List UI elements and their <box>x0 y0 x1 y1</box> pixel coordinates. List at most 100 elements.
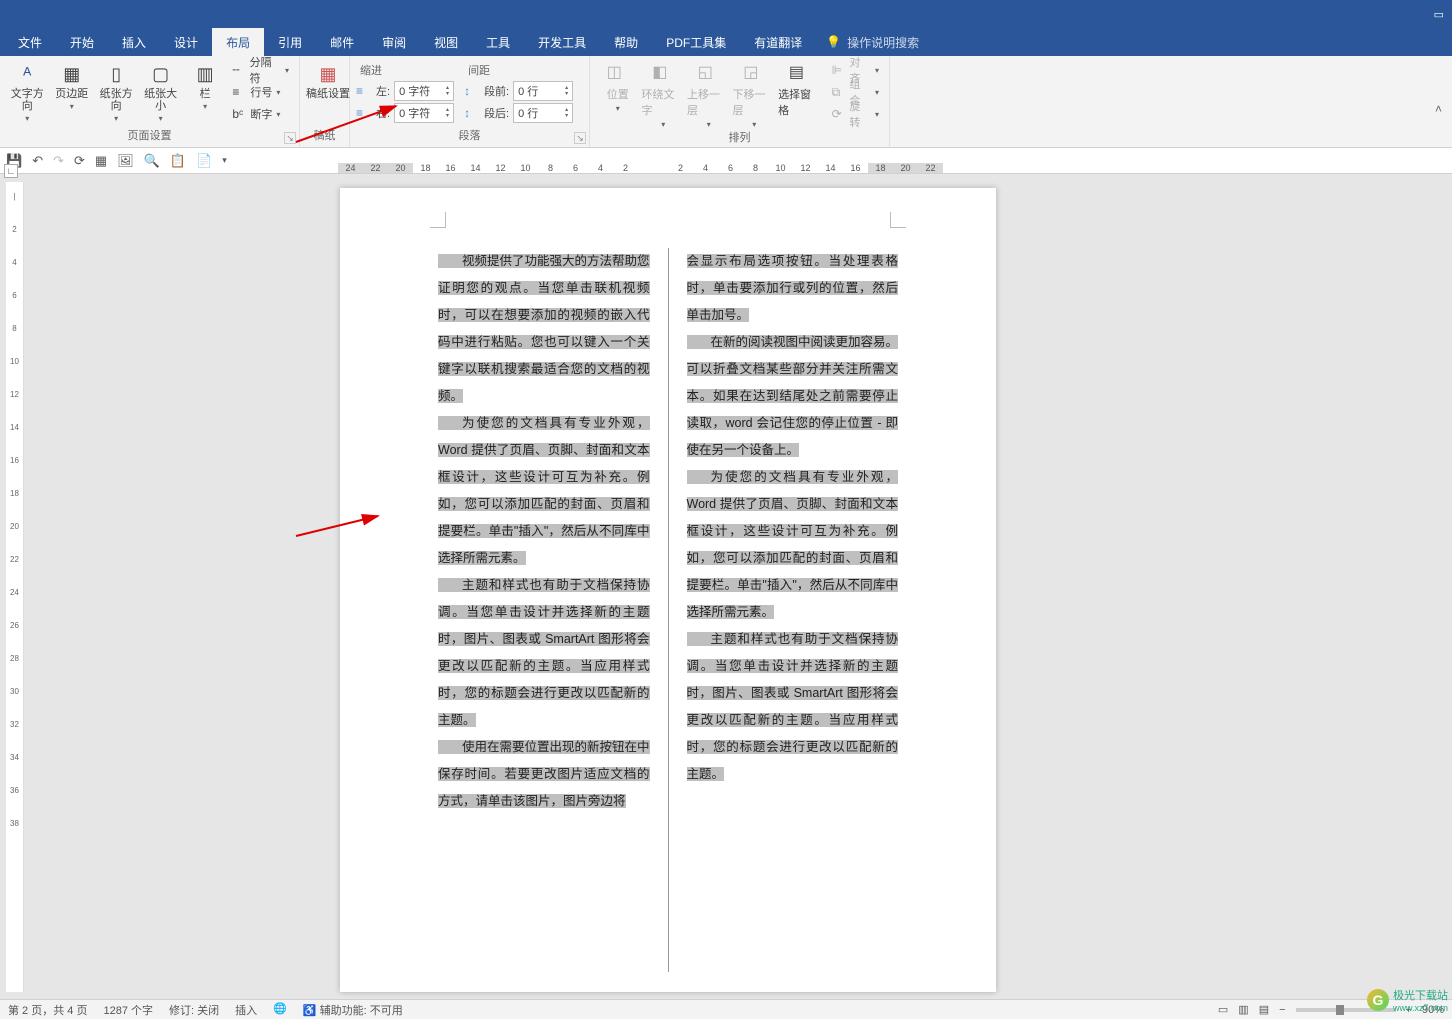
chevron-down-icon: ▾ <box>159 114 163 123</box>
columns-button[interactable]: ▥ 栏 ▾ <box>184 60 226 113</box>
manuscript-icon: ▦ <box>316 62 340 86</box>
column-1[interactable]: 视频提供了功能强大的方法帮助您证明您的观点。当您单击联机视频时，可以在想要添加的… <box>438 248 650 972</box>
titlebar: ▭ <box>0 0 1452 28</box>
rotate-button: ⟳旋转▾ <box>828 104 883 124</box>
tab-mailings[interactable]: 邮件 <box>316 28 368 56</box>
magnify-icon[interactable]: 🔍 <box>144 153 160 169</box>
tab-tools[interactable]: 工具 <box>472 28 524 56</box>
group-manuscript: ▦ 稿纸设置 稿纸 <box>300 56 350 147</box>
indent-right-icon: ≡ <box>356 106 372 120</box>
paste-icon[interactable]: 📄 <box>196 153 212 169</box>
space-before-icon: ↕ <box>464 84 480 98</box>
rotate-icon: ⟳ <box>832 107 846 121</box>
tab-view[interactable]: 视图 <box>420 28 472 56</box>
position-button: ◫位置▾ <box>596 60 640 113</box>
space-after-icon: ↕ <box>464 106 480 120</box>
size-button[interactable]: ▢ 纸张大小 ▾ <box>139 60 181 125</box>
bulb-icon: 💡 <box>826 35 841 49</box>
indent-left-input[interactable]: 0 字符▴▾ <box>394 81 454 101</box>
tab-insert[interactable]: 插入 <box>108 28 160 56</box>
tab-home[interactable]: 开始 <box>56 28 108 56</box>
indent-left-icon: ≡ <box>356 84 372 98</box>
page-setup-label: 页面设置 <box>6 127 293 145</box>
tab-file[interactable]: 文件 <box>4 28 56 56</box>
status-a11y[interactable]: ♿ 辅助功能: 不可用 <box>303 1002 403 1018</box>
line-numbers-icon: ≡ <box>232 85 246 99</box>
text-direction-icon: ᴬ <box>15 62 39 86</box>
page-setup-launcher[interactable]: ↘ <box>284 132 296 144</box>
view-print-icon[interactable]: ▥ <box>1238 1003 1248 1016</box>
zoom-out-icon[interactable]: − <box>1279 1004 1285 1016</box>
qat-dropdown-icon[interactable]: ▾ <box>222 155 227 166</box>
vertical-ruler[interactable]: |2468101214161820222426283032343638 <box>6 182 24 992</box>
tab-pdf[interactable]: PDF工具集 <box>652 28 740 56</box>
selection-icon: ▤ <box>789 62 811 84</box>
text-direction-button[interactable]: ᴬ 文字方向 ▾ <box>6 60 48 125</box>
tell-me-search[interactable]: 💡 操作说明搜索 <box>826 34 919 51</box>
margins-button[interactable]: ▦ 页边距 ▾ <box>50 60 92 113</box>
position-icon: ◫ <box>607 62 629 84</box>
group-page-setup: ᴬ 文字方向 ▾ ▦ 页边距 ▾ ▯ 纸张方向 ▾ ▢ 纸张大小 ▾ ▥ 栏 <box>0 56 300 147</box>
columns-icon: ▥ <box>193 62 217 86</box>
view-read-icon[interactable]: ▭ <box>1218 1003 1228 1016</box>
forward-icon: ◱ <box>698 62 720 84</box>
tab-review[interactable]: 审阅 <box>368 28 420 56</box>
manuscript-button[interactable]: ▦ 稿纸设置 <box>306 60 350 102</box>
chevron-down-icon: ▾ <box>70 102 74 111</box>
collapse-ribbon-icon[interactable]: ˄ <box>1435 102 1442 143</box>
orientation-button[interactable]: ▯ 纸张方向 ▾ <box>95 60 137 125</box>
tab-translate[interactable]: 有道翻译 <box>740 28 816 56</box>
hyphenation-icon: bᶜ <box>232 107 246 121</box>
tab-help[interactable]: 帮助 <box>600 28 652 56</box>
wrap-icon: ◧ <box>652 62 674 84</box>
tab-developer[interactable]: 开发工具 <box>524 28 600 56</box>
tab-references[interactable]: 引用 <box>264 28 316 56</box>
chevron-down-icon: ▾ <box>203 102 207 111</box>
watermark: G 极光下载站 www.xz7.com <box>1367 987 1448 1013</box>
orientation-icon: ▯ <box>104 62 128 86</box>
paragraph-launcher[interactable]: ↘ <box>574 132 586 144</box>
page: 视频提供了功能强大的方法帮助您证明您的观点。当您单击联机视频时，可以在想要添加的… <box>340 188 996 992</box>
status-lang-icon[interactable]: 🌐 <box>273 1002 287 1018</box>
undo-icon[interactable]: ↶ <box>32 153 43 169</box>
status-words[interactable]: 1287 个字 <box>103 1002 153 1018</box>
ribbon: ᴬ 文字方向 ▾ ▦ 页边距 ▾ ▯ 纸张方向 ▾ ▢ 纸张大小 ▾ ▥ 栏 <box>0 56 1452 148</box>
tab-stop-selector[interactable]: ∟ <box>4 164 18 178</box>
backward-icon: ◲ <box>743 62 765 84</box>
space-before-input[interactable]: 0 行▴▾ <box>513 81 573 101</box>
selection-pane-button[interactable]: ▤选择窗格 <box>778 60 822 118</box>
hyphenation-button[interactable]: bᶜ断字▾ <box>228 104 293 124</box>
space-after-input[interactable]: 0 行▴▾ <box>513 103 573 123</box>
backward-button: ◲下移一层▾ <box>733 60 777 129</box>
chevron-down-icon: ▾ <box>114 114 118 123</box>
column-2[interactable]: 会显示布局选项按钮。当处理表格时，单击要添加行或列的位置，然后单击加号。 在新的… <box>687 248 899 972</box>
refresh-icon[interactable]: ⟳ <box>74 153 85 169</box>
status-page[interactable]: 第 2 页，共 4 页 <box>8 1002 87 1018</box>
horizontal-ruler[interactable]: 24 22 20 18 16 14 12 10 8 6 4 2 2 4 6 8 … <box>338 160 943 176</box>
watermark-logo-icon: G <box>1367 989 1389 1011</box>
tab-design[interactable]: 设计 <box>160 28 212 56</box>
group-arrange: ◫位置▾ ◧环绕文字▾ ◱上移一层▾ ◲下移一层▾ ▤选择窗格 ⊫对齐▾ ⧉组合… <box>590 56 890 147</box>
margin-corner-icon <box>890 212 906 228</box>
group-icon: ⧉ <box>832 85 846 99</box>
indent-right-input[interactable]: 0 字符▴▾ <box>394 103 454 123</box>
chevron-down-icon: ▾ <box>25 114 29 123</box>
view-web-icon[interactable]: ▤ <box>1259 1003 1269 1016</box>
table-icon[interactable]: ▦ <box>95 153 107 169</box>
size-icon: ▢ <box>149 62 173 86</box>
tab-layout[interactable]: 布局 <box>212 28 264 56</box>
status-bar: 第 2 页，共 4 页 1287 个字 修订: 关闭 插入 🌐 ♿ 辅助功能: … <box>0 999 1452 1019</box>
status-track[interactable]: 修订: 关闭 <box>169 1002 219 1018</box>
line-numbers-button[interactable]: ≡行号▾ <box>228 82 293 102</box>
group-paragraph: 缩进 ≡ 左: 0 字符▴▾ ≡ 右: 0 字符▴▾ 间距 ↕ 段前: 0 行▴… <box>350 56 590 147</box>
picture-icon[interactable]: 🖼 <box>117 153 134 169</box>
align-icon: ⊫ <box>832 63 846 77</box>
breaks-icon: ╌ <box>232 63 245 77</box>
copy-icon[interactable]: 📋 <box>170 153 186 169</box>
wrap-button: ◧环绕文字▾ <box>642 60 686 129</box>
status-mode[interactable]: 插入 <box>235 1002 257 1018</box>
redo-icon[interactable]: ↷ <box>53 153 64 169</box>
document-area[interactable]: 视频提供了功能强大的方法帮助您证明您的观点。当您单击联机视频时，可以在想要添加的… <box>28 176 1452 999</box>
breaks-button[interactable]: ╌分隔符▾ <box>228 60 293 80</box>
window-restore-icon[interactable]: ▭ <box>1434 8 1444 21</box>
